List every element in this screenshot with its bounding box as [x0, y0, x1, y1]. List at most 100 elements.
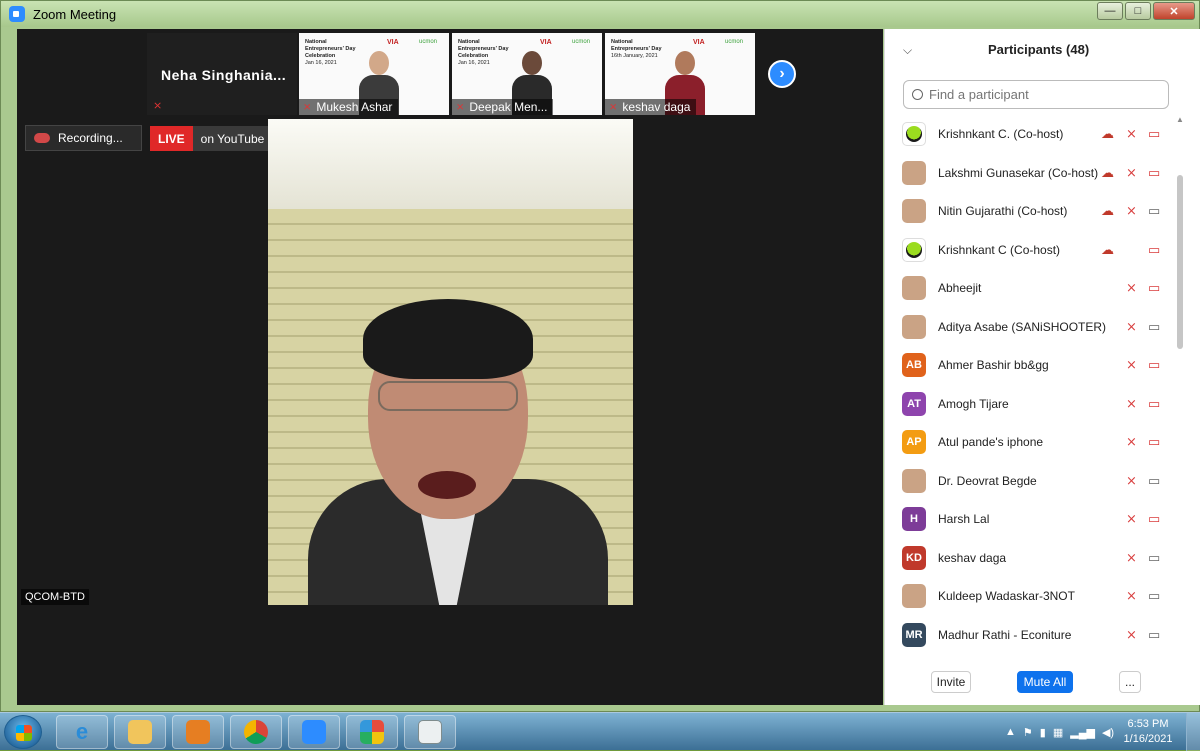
muted-mic-icon[interactable]: ⨯ [1126, 280, 1137, 296]
muted-mic-icon[interactable]: ⨯ [1126, 434, 1137, 450]
cloud-record-icon: ☁ [1101, 126, 1114, 142]
clock-time: 6:53 PM [1127, 718, 1169, 730]
system-tray: ▲ ⚑ ▮ ▦ ▂▄▆ ◀) [1005, 717, 1114, 747]
participant-avatar [902, 314, 926, 339]
more-options-button[interactable]: ... [1119, 671, 1141, 693]
participant-list: Krishnkant C. (Co-host) ☁ ⨯ ▭ Lakshmi Gunase… [885, 115, 1175, 655]
video-off-icon[interactable]: ▭ [1148, 357, 1160, 373]
participant-search-input[interactable] [929, 87, 1149, 102]
participant-tile-neha[interactable]: Neha Singhania... ⨯ [147, 33, 297, 115]
muted-mic-icon[interactable]: ⨯ [1126, 357, 1137, 373]
participant-row[interactable]: H Harsh Lal ⨯ ▭ [885, 500, 1175, 539]
taskbar-chrome[interactable] [230, 715, 282, 749]
participant-row[interactable]: Dr. Deovrat Begde ⨯ ▭ [885, 462, 1175, 501]
invite-button[interactable]: Invite [931, 671, 971, 693]
muted-mic-icon[interactable]: ⨯ [1126, 396, 1137, 412]
next-page-button[interactable]: › [768, 60, 796, 88]
maximize-button[interactable]: □ [1125, 2, 1151, 20]
participant-row[interactable]: AB Ahmer Bashir bb&gg ⨯ ▭ [885, 346, 1175, 385]
volume-icon[interactable]: ◀) [1102, 726, 1114, 739]
action-center-icon[interactable]: ⚑ [1023, 726, 1033, 739]
participant-row[interactable]: Nitin Gujarathi (Co-host) ☁ ⨯ ▭ [885, 192, 1175, 231]
live-badge: LIVE [150, 126, 193, 151]
taskbar-zoom[interactable] [288, 715, 340, 749]
muted-mic-icon[interactable]: ⨯ [1126, 319, 1137, 335]
participant-search[interactable] [903, 80, 1169, 109]
media-player-icon [186, 720, 210, 744]
participant-row[interactable]: Abheejit ⨯ ▭ [885, 269, 1175, 308]
window-title: Zoom Meeting [33, 6, 117, 22]
participant-row[interactable]: Krishnkant C. (Co-host) ☁ ⨯ ▭ [885, 115, 1175, 154]
participant-row[interactable]: Lakshmi Gunasekar (Co-host) ☁ ⨯ ▭ [885, 154, 1175, 193]
minimize-button[interactable]: — [1097, 2, 1123, 20]
tile-label: ⨯ keshav daga [605, 99, 697, 115]
video-camera-icon[interactable]: ▭ [1148, 627, 1160, 643]
video-off-icon[interactable]: ▭ [1148, 126, 1160, 142]
taskbar-document[interactable] [404, 715, 456, 749]
muted-mic-icon[interactable]: ⨯ [1126, 511, 1137, 527]
cloud-record-icon: ☁ [1101, 203, 1114, 219]
participant-name: Ahmer Bashir bb&gg [938, 358, 1049, 373]
participant-tile-deepak[interactable]: National Entrepreneurs' Day Celebration J… [452, 33, 602, 115]
participant-row[interactable]: AT Amogh Tijare ⨯ ▭ [885, 385, 1175, 424]
video-off-icon[interactable]: ▭ [1148, 165, 1160, 181]
participant-avatar [902, 468, 926, 493]
participant-row[interactable]: Krishnkant C (Co-host) ☁ ▭ [885, 231, 1175, 270]
recording-indicator[interactable]: Recording... [25, 125, 142, 151]
participant-row[interactable]: KD keshav daga ⨯ ▭ [885, 539, 1175, 578]
participant-tile-mukesh[interactable]: National Entrepreneurs' Day Celebration J… [299, 33, 449, 115]
video-off-icon[interactable]: ▭ [1148, 280, 1160, 296]
taskbar-file-explorer[interactable] [114, 715, 166, 749]
signal-icon[interactable]: ▂▄▆ [1070, 726, 1095, 739]
participant-row[interactable]: Kuldeep Wadaskar-3NOT ⨯ ▭ [885, 577, 1175, 616]
taskbar-media-player[interactable] [172, 715, 224, 749]
muted-mic-icon[interactable]: ⨯ [1126, 627, 1137, 643]
network-icon[interactable]: ▦ [1053, 726, 1063, 739]
ucmon-logo: ucmon [725, 39, 744, 45]
video-wall [268, 119, 633, 209]
mute-all-button[interactable]: Mute All [1017, 671, 1073, 693]
participant-tile-keshav[interactable]: National Entrepreneurs' Day 16th January,… [605, 33, 755, 115]
scroll-up-icon[interactable]: ▲ [1176, 115, 1184, 124]
muted-mic-icon[interactable]: ⨯ [1126, 588, 1137, 604]
scroll-thumb[interactable] [1177, 175, 1183, 349]
video-off-icon[interactable]: ▭ [1148, 242, 1160, 258]
video-camera-icon[interactable]: ▭ [1148, 473, 1160, 489]
muted-mic-icon[interactable]: ⨯ [1126, 165, 1137, 181]
muted-mic-icon[interactable]: ⨯ [1126, 203, 1137, 219]
zoom-window: Zoom Meeting — □ ✕ Neha Singhania... ⨯ N… [0, 0, 1200, 712]
tray-expand-icon[interactable]: ▲ [1005, 726, 1016, 738]
participant-name: keshav daga [938, 550, 1007, 565]
video-off-icon[interactable]: ▭ [1148, 511, 1160, 527]
muted-mic-icon[interactable]: ⨯ [1126, 126, 1137, 142]
video-off-icon[interactable]: ▭ [1148, 434, 1160, 450]
participant-name: Harsh Lal [938, 512, 990, 527]
participant-row[interactable]: Aditya Asabe (SANiSHOOTER) ⨯ ▭ [885, 308, 1175, 347]
taskbar-internet-explorer[interactable]: e [56, 715, 108, 749]
chrome-icon [244, 720, 268, 744]
participants-scrollbar[interactable]: ▲ [1175, 115, 1185, 655]
participant-row[interactable]: MR Madhur Rathi - Econiture ⨯ ▭ [885, 616, 1175, 655]
close-button[interactable]: ✕ [1153, 2, 1195, 20]
video-camera-icon[interactable]: ▭ [1148, 550, 1160, 566]
collapse-chevron-icon[interactable]: ⌵ [903, 43, 912, 58]
video-camera-icon[interactable]: ▭ [1148, 203, 1160, 219]
taskbar-paint[interactable] [346, 715, 398, 749]
muted-mic-icon[interactable]: ⨯ [1126, 550, 1137, 566]
live-stream-indicator[interactable]: LIVE on YouTube▾ [150, 126, 285, 151]
start-button[interactable] [4, 715, 42, 749]
via-logo: VIA [387, 39, 399, 46]
show-desktop-button[interactable] [1186, 713, 1200, 751]
muted-mic-icon[interactable]: ⨯ [1126, 473, 1137, 489]
usb-icon[interactable]: ▮ [1040, 726, 1046, 739]
participant-avatar: AP [902, 430, 926, 455]
system-clock[interactable]: 6:53 PM 1/16/2021 [1118, 717, 1178, 747]
video-camera-icon[interactable]: ▭ [1148, 588, 1160, 604]
video-camera-icon[interactable]: ▭ [1148, 319, 1160, 335]
participant-name: Aditya Asabe (SANiSHOOTER) [938, 319, 1107, 334]
participant-name: Madhur Rathi - Econiture [938, 627, 1072, 642]
video-off-icon[interactable]: ▭ [1148, 396, 1160, 412]
participant-name: Abheejit [938, 281, 982, 296]
via-logo: VIA [540, 39, 552, 46]
participant-row[interactable]: AP Atul pande's iphone ⨯ ▭ [885, 423, 1175, 462]
